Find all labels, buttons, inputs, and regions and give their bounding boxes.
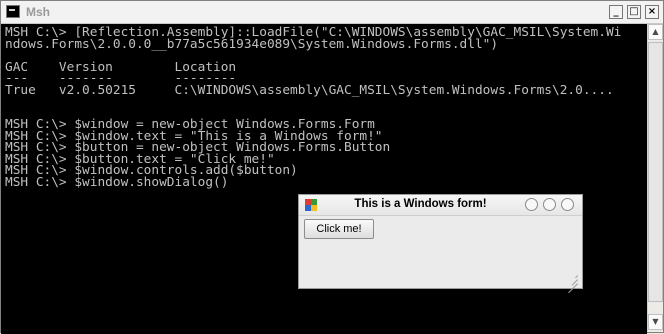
console-line: True v2.0.50215 C:\WINDOWS\assembly\GAC_… xyxy=(5,82,614,98)
form-title: This is a Windows form! xyxy=(354,198,487,210)
form-maximize-button[interactable] xyxy=(543,198,556,211)
window-title: Msh xyxy=(26,5,50,19)
scroll-down-icon[interactable]: ▼ xyxy=(648,314,663,330)
scrollbar-thumb[interactable] xyxy=(648,42,663,302)
console-app-icon xyxy=(6,5,20,18)
resize-grip-icon[interactable] xyxy=(568,274,578,294)
click-me-button[interactable]: Click me! xyxy=(304,219,374,239)
vertical-scrollbar[interactable]: ▲ ▼ xyxy=(647,24,663,332)
console-line: ndows.Forms\2.0.0.0__b77a5c561934e089\Sy… xyxy=(5,36,499,52)
scroll-up-icon[interactable]: ▲ xyxy=(648,24,663,40)
minimize-button[interactable]: _ xyxy=(609,5,623,19)
console-text: MSH C:\> [Reflection.Assembly]::LoadFile… xyxy=(5,26,621,190)
form-close-button[interactable] xyxy=(561,198,574,211)
form-title-bar[interactable]: This is a Windows form! xyxy=(299,195,582,216)
close-button[interactable]: × xyxy=(645,5,659,19)
title-bar[interactable]: Msh _ □ × xyxy=(1,1,663,24)
windows-form: This is a Windows form! Click me! xyxy=(298,194,583,294)
maximize-button[interactable]: □ xyxy=(627,5,641,19)
console-line: MSH C:\> $window.showDialog() xyxy=(5,174,229,190)
form-minimize-button[interactable] xyxy=(525,198,538,211)
